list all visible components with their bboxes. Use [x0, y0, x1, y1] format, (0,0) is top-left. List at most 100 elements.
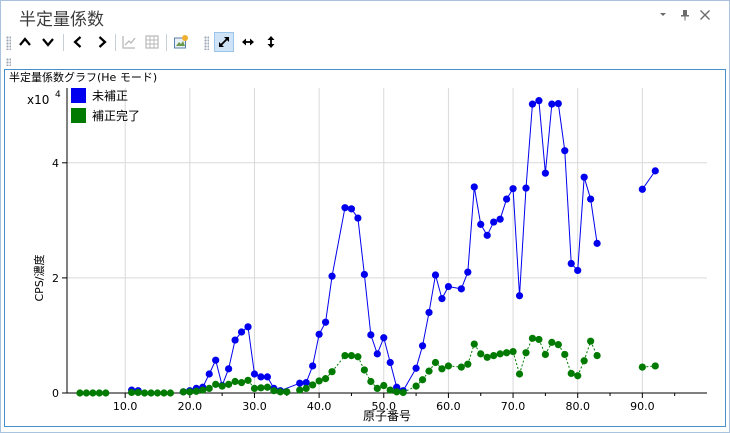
data-point — [548, 100, 556, 108]
data-point — [186, 388, 194, 396]
dropdown-icon[interactable] — [656, 9, 670, 23]
data-point — [522, 349, 530, 357]
data-point — [321, 375, 330, 383]
data-point — [509, 347, 517, 356]
data-point — [638, 363, 646, 371]
zoom-vertical-button[interactable] — [261, 32, 281, 52]
data-point — [373, 350, 381, 358]
data-point — [470, 340, 478, 348]
data-point — [496, 215, 504, 223]
data-point — [528, 100, 537, 108]
pin-icon[interactable] — [678, 9, 692, 23]
data-point — [147, 389, 155, 397]
series-line-segment — [557, 103, 566, 151]
chevron-down-icon — [42, 38, 54, 47]
move-down-button[interactable] — [38, 32, 58, 52]
data-point — [438, 295, 446, 303]
data-point — [393, 388, 401, 396]
data-point — [95, 389, 103, 397]
move-up-button[interactable] — [15, 32, 35, 52]
series-line-segment — [325, 276, 333, 323]
series-line-segment — [357, 217, 365, 275]
table-view-button[interactable] — [142, 32, 162, 52]
image-export-icon — [174, 35, 188, 49]
data-point — [567, 259, 575, 268]
toolbar-separator — [115, 34, 116, 51]
data-point — [302, 384, 310, 392]
data-point — [82, 389, 90, 397]
data-point — [341, 351, 349, 360]
series-line-segment — [435, 274, 443, 299]
legend-label: 補正完了 — [92, 108, 140, 123]
data-point — [244, 323, 252, 331]
data-point — [593, 351, 601, 360]
data-point — [477, 350, 485, 358]
export-image-button[interactable] — [171, 32, 191, 52]
window-title: 半定量係数 — [19, 10, 104, 30]
toolbar-separator — [166, 34, 167, 51]
data-point — [296, 386, 304, 394]
legend-swatch — [71, 108, 86, 123]
chart-panel: 半定量係数グラフ(He モード) 10.0 20.0 30.0 40.0 50.0 60.… — [4, 69, 726, 427]
data-point — [515, 292, 524, 300]
series-line-segment — [467, 186, 475, 273]
semi-quant-chart[interactable]: 半定量係数グラフ(He モード) 10.0 20.0 30.0 40.0 50.0 60.… — [5, 70, 725, 426]
semi-quant-coefficient-window: 半定量係数 半定量係数グラフ(He モード) 10.0 20.0 30.0 40… — [0, 0, 730, 433]
data-point — [528, 334, 537, 342]
data-point — [231, 336, 239, 344]
panel-grip[interactable] — [6, 58, 11, 66]
data-point — [464, 360, 472, 368]
data-point — [321, 318, 330, 326]
data-point — [309, 381, 317, 389]
data-point — [360, 270, 368, 279]
data-point — [412, 364, 420, 372]
series-line-segment — [331, 207, 346, 277]
x-tick-label: 30.0 — [242, 400, 267, 413]
series-line-segment — [577, 177, 585, 271]
series-line-segment — [564, 150, 572, 264]
x-tick-label: 40.0 — [307, 400, 332, 413]
data-point — [587, 337, 595, 345]
data-point — [341, 204, 349, 212]
data-point — [380, 334, 388, 342]
data-point — [367, 331, 375, 339]
x-tick-label: 10.0 — [113, 400, 138, 413]
data-point — [225, 380, 233, 388]
data-point — [444, 282, 453, 291]
next-button[interactable] — [92, 32, 112, 52]
data-point — [166, 389, 175, 397]
data-point — [561, 147, 569, 155]
data-point — [199, 386, 207, 394]
toolbar-separator — [63, 34, 64, 51]
chart-legend: 未補正補正完了 — [71, 88, 140, 123]
data-point — [548, 338, 556, 346]
data-point — [328, 368, 336, 376]
data-point — [328, 272, 336, 280]
data-point — [386, 358, 394, 367]
data-point — [347, 351, 356, 360]
data-point — [431, 271, 440, 279]
data-point — [567, 369, 575, 378]
series-line-segment — [538, 100, 546, 174]
zoom-fit-button[interactable] — [214, 32, 234, 52]
data-point — [212, 356, 220, 364]
data-point — [257, 373, 265, 381]
y-tick-label: 2 — [52, 272, 59, 285]
data-point — [386, 386, 394, 394]
data-point — [477, 220, 485, 228]
series-1 — [128, 97, 659, 396]
data-point — [412, 382, 420, 390]
zoom-horizontal-button[interactable] — [238, 32, 258, 52]
data-point — [102, 389, 110, 397]
data-point — [160, 389, 168, 397]
data-point — [205, 384, 213, 392]
y-multiplier-label: x10 — [27, 93, 49, 107]
data-point — [509, 185, 517, 193]
chart-view-button[interactable] — [119, 32, 139, 52]
toolbar-grip[interactable] — [6, 36, 11, 50]
close-icon[interactable] — [698, 9, 712, 23]
toolbar-grip[interactable] — [204, 36, 209, 50]
series-line-segment — [525, 104, 533, 189]
previous-button[interactable] — [68, 32, 88, 52]
data-point — [425, 308, 433, 317]
